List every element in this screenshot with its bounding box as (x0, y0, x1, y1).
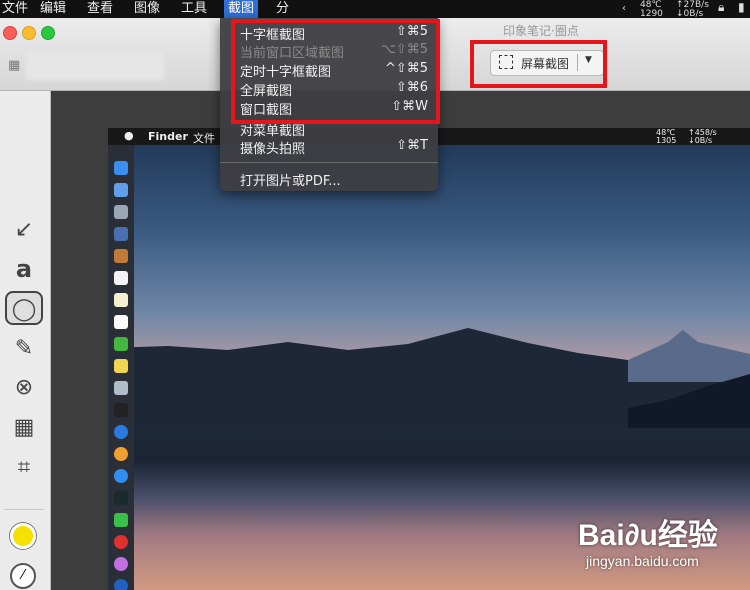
qq-dock-icon[interactable] (114, 425, 128, 439)
finder-dock-icon[interactable] (114, 161, 128, 175)
menu-file[interactable]: 文件 (0, 0, 32, 18)
blurred-content (26, 52, 164, 80)
chrome-dock-icon[interactable] (114, 447, 128, 461)
menu-item-open-image-pdf[interactable]: 打开图片或PDF... (220, 170, 438, 189)
notes-dock-icon[interactable] (114, 293, 128, 307)
line-width-icon[interactable]: ⁄ (10, 563, 36, 589)
grid-icon[interactable]: ▦ (8, 58, 20, 73)
menu-separator (220, 162, 438, 163)
tool-sidebar: ↙ a ◯ ✎ ⊗ ▦ ⌗ ⁄ (0, 91, 51, 590)
cpu-temp: 48℃ 1290 (640, 0, 663, 19)
activity-dock-icon[interactable] (114, 491, 128, 505)
menu-capture[interactable]: 截图 (224, 0, 259, 18)
baidu-jingyan-logo: Bai∂u经验 (578, 519, 718, 552)
menu-edit[interactable]: 编辑 (36, 0, 70, 18)
eraser-tool[interactable]: ⊗ (5, 371, 43, 405)
preview-dock-icon[interactable] (114, 227, 128, 241)
pixelate-tool[interactable]: ▦ (5, 411, 43, 445)
close-window-button[interactable] (3, 26, 17, 40)
launchpad-dock-icon[interactable] (114, 205, 128, 219)
ellipse-tool[interactable]: ◯ (5, 291, 43, 325)
network-speed: ↑27B/s ↓0B/s (676, 0, 709, 19)
netease-dock-icon[interactable] (114, 535, 128, 549)
dock (108, 145, 134, 590)
color-picker-swatch[interactable] (10, 523, 36, 549)
baidu-jingyan-url: jingyan.baidu.com (586, 553, 699, 569)
menu-item-shortcut: ⇧⌘T (396, 138, 428, 153)
contacts-dock-icon[interactable] (114, 249, 128, 263)
calendar-dock-icon[interactable] (114, 271, 128, 285)
menu-item-label: 打开图片或PDF... (240, 174, 341, 189)
crop-tool[interactable]: ⌗ (5, 451, 43, 485)
safari-dock-icon[interactable] (114, 183, 128, 197)
stickies-dock-icon[interactable] (114, 359, 128, 373)
photo-dock-icon[interactable] (114, 381, 128, 395)
menu-tools[interactable]: 工具 (177, 0, 211, 18)
menu-image[interactable]: 图像 (130, 0, 164, 18)
itunes-dock-icon[interactable] (114, 557, 128, 571)
browser-dock-icon[interactable] (114, 579, 128, 590)
menu-highlight-box (231, 19, 440, 124)
reminders-dock-icon[interactable] (114, 315, 128, 329)
arrow-tool[interactable]: ↙ (5, 213, 43, 247)
wechat-work-dock-icon[interactable] (114, 513, 128, 527)
button-highlight-box (470, 40, 607, 88)
marker-tool[interactable]: ✎ (5, 332, 43, 366)
mount-fuji (628, 330, 750, 382)
messages-dock-icon[interactable] (114, 469, 128, 483)
menu-share[interactable]: 分 (272, 0, 293, 18)
menu-bar: 文件 编辑 查看 图像 工具 截图 分 ‹ 48℃ 1290 ↑27B/s ↓0B/… (0, 0, 750, 19)
sidebar-divider (4, 509, 44, 510)
minimize-window-button[interactable] (22, 26, 36, 40)
wechat-dock-icon[interactable] (114, 337, 128, 351)
menu-view[interactable]: 查看 (83, 0, 117, 18)
menu-item-camera-photo[interactable]: 摄像头拍照 ⇧⌘T (220, 138, 438, 157)
menu-item-label: 摄像头拍照 (240, 142, 306, 157)
terminal-dock-icon[interactable] (114, 403, 128, 417)
window-title: 印象笔记·圈点 (503, 24, 579, 38)
text-tool[interactable]: a (5, 252, 43, 286)
zoom-window-button[interactable] (41, 26, 55, 40)
